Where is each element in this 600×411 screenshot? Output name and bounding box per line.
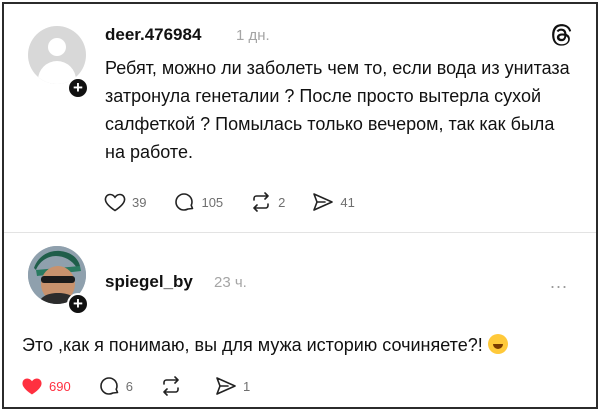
- like-count: 39: [132, 194, 147, 210]
- screenshot-frame: + deer.476984 1 дн. Ребят, можно ли забо…: [2, 2, 598, 409]
- like-button[interactable]: 39: [103, 190, 146, 214]
- repost-icon: [163, 376, 179, 396]
- repost-button[interactable]: [159, 374, 188, 398]
- comment-icon: [99, 377, 119, 395]
- like-button[interactable]: 690: [20, 374, 71, 398]
- repost-count: 2: [278, 194, 286, 210]
- threads-logo-icon[interactable]: [548, 22, 574, 48]
- heart-icon: [22, 378, 42, 395]
- comment-count: 6: [125, 378, 133, 394]
- follow-plus-icon[interactable]: +: [67, 77, 89, 99]
- share-count: 41: [340, 194, 355, 210]
- repost-icon: [253, 192, 269, 212]
- avatar-head: [48, 38, 66, 56]
- post-2: + spiegel_by 23 ч. ... Это ,как я понима…: [4, 232, 596, 411]
- post-actions: 39 105 2 41: [103, 190, 381, 214]
- comment-button[interactable]: 6: [97, 374, 133, 398]
- post-text: Ребят, можно ли заболеть чем то, если во…: [105, 58, 570, 162]
- follow-plus-icon[interactable]: +: [67, 293, 89, 315]
- share-icon: [216, 377, 236, 395]
- avatar[interactable]: [28, 26, 86, 84]
- post-1: + deer.476984 1 дн. Ребят, можно ли забо…: [4, 4, 596, 232]
- share-button[interactable]: 1: [214, 374, 250, 398]
- share-icon: [313, 193, 334, 211]
- post-actions: 690 6 1: [20, 374, 276, 398]
- share-count: 1: [242, 378, 251, 394]
- comment-button[interactable]: 105: [172, 190, 223, 214]
- more-options-icon[interactable]: ...: [550, 272, 568, 293]
- comment-icon: [175, 193, 194, 211]
- post-text-content: Это ,как я понимаю, вы для мужа историю …: [22, 335, 483, 355]
- timestamp: 1 дн.: [236, 27, 270, 44]
- username[interactable]: deer.476984: [105, 25, 201, 45]
- comment-count: 105: [201, 194, 224, 210]
- laughing-emoji-icon: [487, 334, 508, 354]
- share-button[interactable]: 41: [311, 190, 355, 214]
- timestamp: 23 ч.: [214, 274, 247, 291]
- repost-button[interactable]: 2: [249, 190, 285, 214]
- post-text: Это ,как я понимаю, вы для мужа историю …: [22, 332, 582, 358]
- like-count: 690: [49, 378, 71, 394]
- heart-icon: [104, 193, 126, 212]
- username[interactable]: spiegel_by: [105, 272, 193, 292]
